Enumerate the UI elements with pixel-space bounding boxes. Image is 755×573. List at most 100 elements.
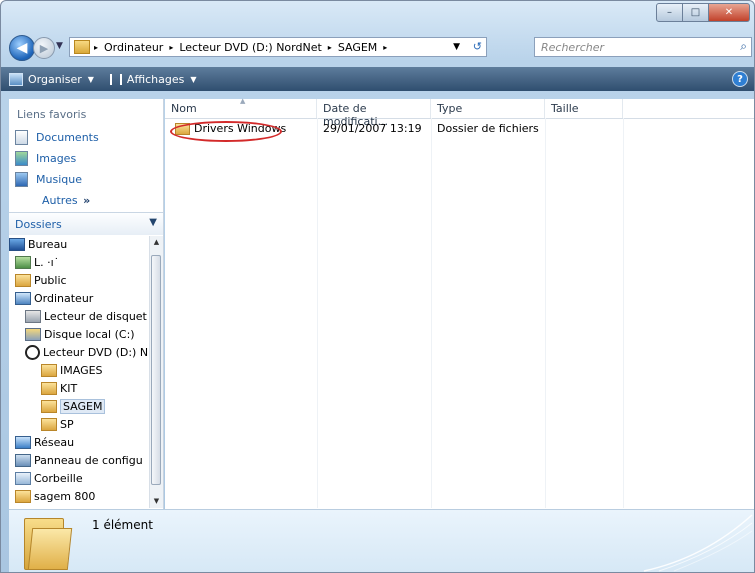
scrollbar-thumb[interactable] <box>151 255 161 485</box>
tree-item-network[interactable]: Réseau <box>15 434 74 451</box>
tree-item-control-panel[interactable]: Panneau de configu <box>15 452 143 469</box>
column-divider <box>545 118 546 508</box>
more-favorites-link[interactable]: Autres » <box>42 194 90 207</box>
scroll-down-icon[interactable]: ▼ <box>150 495 163 508</box>
folder-icon <box>41 400 57 413</box>
folders-header[interactable]: Dossiers ▼ <box>9 212 163 235</box>
folder-tree: Bureau L. ‧ı˙ Public Ordinateur Lecteur … <box>9 236 149 508</box>
tree-label: sagem 800 <box>34 490 96 503</box>
chevron-down-icon: ▼ <box>87 74 94 84</box>
red-highlight-circle <box>170 121 282 142</box>
tree-label: L. ‧ı˙ <box>34 256 60 269</box>
search-icon[interactable]: ⌕ <box>740 39 747 54</box>
computer-icon <box>15 292 31 305</box>
tree-item-sagem-800[interactable]: sagem 800 <box>15 488 95 505</box>
tree-label: SAGEM <box>60 399 106 414</box>
control-panel-icon <box>15 454 31 467</box>
decorative-swoosh <box>643 514 753 572</box>
breadcrumb-dvd-drive[interactable]: Lecteur DVD (D:) NordNet <box>179 41 321 54</box>
tree-label: Panneau de configu <box>34 454 143 467</box>
column-header-date[interactable]: Date de modificati... <box>317 99 431 128</box>
recent-pages-dropdown[interactable]: ▼ <box>56 41 63 51</box>
file-size-cell <box>545 119 557 137</box>
tree-label: Public <box>34 274 67 287</box>
column-header-size[interactable]: Taille <box>545 99 623 118</box>
tree-label: Bureau <box>28 238 68 251</box>
views-label: Affichages <box>126 72 185 86</box>
tree-label: Ordinateur <box>34 292 94 305</box>
more-label: Autres <box>42 194 78 207</box>
tree-scrollbar[interactable]: ▲ ▼ <box>149 236 163 508</box>
caption-buttons: – □ ✕ <box>656 3 750 22</box>
breadcrumb-separator[interactable]: ▸ <box>94 43 98 52</box>
recycle-bin-icon <box>15 472 31 485</box>
file-date-cell: 29/01/2007 13:19 <box>323 122 422 135</box>
breadcrumb-separator[interactable]: ▸ <box>169 43 173 52</box>
favorite-music[interactable]: Musique <box>15 172 82 187</box>
local-disk-icon <box>25 328 41 341</box>
tree-item-images[interactable]: IMAGES <box>41 362 103 379</box>
search-input[interactable]: Rechercher ⌕ <box>534 37 752 57</box>
search-placeholder: Rechercher <box>541 41 605 54</box>
tree-item-kit[interactable]: KIT <box>41 380 77 397</box>
tree-label: Lecteur DVD (D:) N <box>43 346 149 359</box>
tree-item-floppy[interactable]: Lecteur de disquet <box>25 308 147 325</box>
maximize-button[interactable]: □ <box>683 3 709 22</box>
close-button[interactable]: ✕ <box>709 3 750 22</box>
column-divider <box>431 118 432 508</box>
tree-label: Réseau <box>34 436 75 449</box>
breadcrumb-separator[interactable]: ▸ <box>383 43 387 52</box>
tree-item-dvd[interactable]: Lecteur DVD (D:) N <box>25 344 148 361</box>
favorite-label: Images <box>36 152 77 165</box>
refresh-icon[interactable]: ↺ <box>473 40 482 53</box>
file-list: ▲ Nom Date de modificati... Type Taille … <box>165 97 754 509</box>
breadcrumb-separator[interactable]: ▸ <box>328 43 332 52</box>
tree-item-sagem[interactable]: SAGEM <box>41 398 106 415</box>
column-header-type[interactable]: Type <box>431 99 545 118</box>
tree-item-bureau[interactable]: Bureau <box>9 236 67 253</box>
column-divider <box>623 118 624 508</box>
details-pane: 1 élément <box>9 509 754 572</box>
help-icon[interactable]: ? <box>732 71 748 87</box>
views-button[interactable]: Affichages ▼ <box>102 73 205 86</box>
address-dropdown-icon[interactable]: ▼ <box>453 42 460 52</box>
address-bar[interactable]: ▸ Ordinateur ▸ Lecteur DVD (D:) NordNet … <box>69 37 487 57</box>
tree-label: SP <box>60 418 74 431</box>
forward-button[interactable]: ▶ <box>33 37 55 59</box>
navigation-pane: Liens favoris Documents Images Musique A… <box>9 99 164 509</box>
tree-label: KIT <box>60 382 78 395</box>
favorites-title: Liens favoris <box>17 108 87 121</box>
column-label: Nom <box>171 102 197 115</box>
explorer-window: – □ ✕ ◀ ▶ ▼ ▸ Ordinateur ▸ Lecteur DVD (… <box>0 0 755 573</box>
minimize-button[interactable]: – <box>656 3 683 22</box>
floppy-icon <box>25 310 41 323</box>
scroll-up-icon[interactable]: ▲ <box>150 236 163 249</box>
back-button[interactable]: ◀ <box>9 35 35 61</box>
tree-item-ordinateur[interactable]: Ordinateur <box>15 290 93 307</box>
chevron-down-icon: ▼ <box>190 74 197 84</box>
favorite-images[interactable]: Images <box>15 151 76 166</box>
tree-label: Lecteur de disquet <box>44 310 147 323</box>
chevron-down-icon: ▼ <box>149 217 157 228</box>
address-row: ◀ ▶ ▼ ▸ Ordinateur ▸ Lecteur DVD (D:) No… <box>9 35 752 61</box>
folder-icon <box>41 382 57 395</box>
tree-item-public[interactable]: Public <box>15 272 67 289</box>
network-icon <box>15 436 31 449</box>
tree-item-sp[interactable]: SP <box>41 416 74 433</box>
images-icon <box>15 151 28 166</box>
tree-item-local-disk[interactable]: Disque local (C:) <box>25 326 135 343</box>
favorite-documents[interactable]: Documents <box>15 130 99 145</box>
column-header-row: ▲ Nom Date de modificati... Type Taille <box>165 97 754 128</box>
tree-item-recycle-bin[interactable]: Corbeille <box>15 470 83 487</box>
folders-title: Dossiers <box>15 218 62 231</box>
breadcrumb-ordinateur[interactable]: Ordinateur <box>104 41 163 54</box>
column-header-name[interactable]: ▲ Nom <box>165 97 317 118</box>
views-icon <box>109 73 122 85</box>
organize-icon <box>9 72 23 86</box>
column-label: Taille <box>551 102 579 115</box>
organize-button[interactable]: Organiser ▼ <box>1 72 102 86</box>
sort-arrow-icon: ▲ <box>240 97 246 105</box>
breadcrumb-sagem[interactable]: SAGEM <box>338 41 377 54</box>
tree-item-user[interactable]: L. ‧ı˙ <box>15 254 59 271</box>
file-type-cell: Dossier de fichiers <box>437 122 539 135</box>
